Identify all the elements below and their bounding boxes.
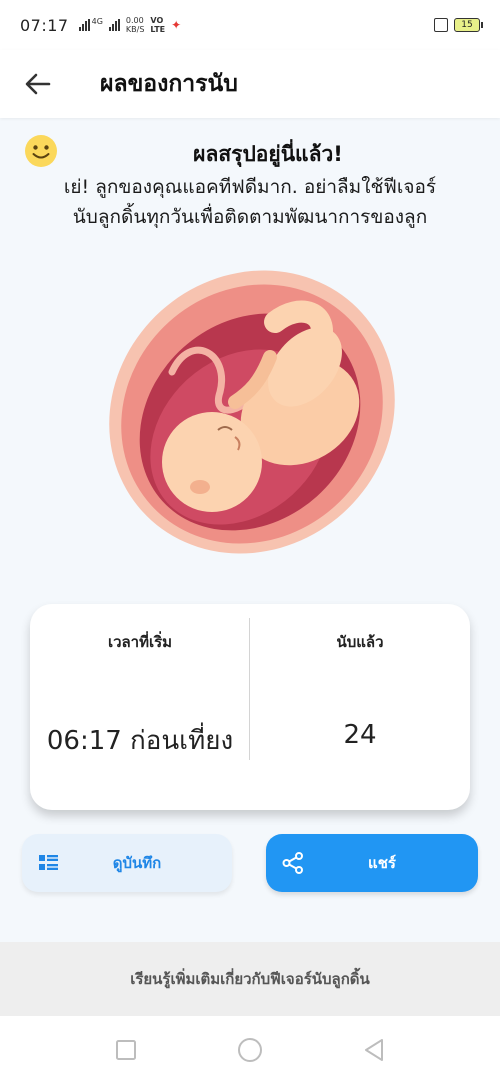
page-title: ผลของการนับ (100, 71, 238, 97)
status-icons: 4G 0.00 KB/S VO LTE ✦ (78, 16, 182, 34)
start-time-stat: เวลาที่เริ่ม 06:17 ก่อนเที่ยง (30, 604, 250, 810)
count-label: นับแล้ว (336, 633, 384, 651)
volte-indicator: VO LTE (150, 16, 166, 34)
start-time-value: 06:17 ก่อนเที่ยง (46, 726, 234, 756)
vibrate-icon (434, 18, 448, 32)
battery-icon: 15 (454, 18, 483, 32)
share-button[interactable]: แชร์ (266, 834, 478, 892)
learn-more-link[interactable]: เรียนรู้เพิ่มเติมเกี่ยวกับฟีเจอร์นับลูกด… (0, 942, 500, 1016)
summary-description: เย่! ลูกของคุณแอคทีฟดีมาก. อย่าลืมใช้ฟีเ… (0, 172, 500, 232)
network-type: 4G (91, 16, 103, 26)
signal-icon (78, 19, 90, 31)
start-time-label: เวลาที่เริ่ม (107, 633, 173, 651)
share-icon (282, 852, 303, 874)
status-bar: 07:17 4G 0.00 KB/S VO LTE ✦ 15 (0, 0, 500, 50)
view-history-button[interactable]: ดูบันทึก (22, 834, 232, 892)
summary-title: ผลสรุปอยู่นี่แล้ว! (193, 142, 343, 166)
triangle-back-icon[interactable] (360, 1036, 388, 1064)
system-nav-bar (0, 1016, 500, 1083)
fetus-illustration (109, 270, 395, 554)
signal-icon-2 (108, 19, 120, 31)
stats-card: เวลาที่เริ่ม 06:17 ก่อนเที่ยง นับแล้ว 24 (30, 604, 470, 810)
summary-line-1: เย่! ลูกของคุณแอคทีฟดีมาก. อย่าลืมใช้ฟีเ… (63, 176, 437, 198)
notification-icon: ✦ (171, 18, 182, 32)
status-right: 15 (434, 18, 483, 32)
app-bar: ผลของการนับ (0, 50, 500, 118)
data-speed: 0.00 KB/S (125, 16, 145, 34)
count-value: 24 (343, 720, 377, 750)
summary-line-2: นับลูกดิ้นทุกวันเพื่อติดตามพัฒนาการของลู… (72, 206, 428, 228)
arrow-left-icon (25, 73, 51, 95)
status-time: 07:17 (20, 15, 69, 35)
list-icon (39, 855, 58, 870)
count-stat: นับแล้ว 24 (250, 604, 470, 810)
back-button[interactable] (16, 62, 60, 106)
square-icon[interactable] (112, 1036, 140, 1064)
circle-icon[interactable] (236, 1036, 264, 1064)
